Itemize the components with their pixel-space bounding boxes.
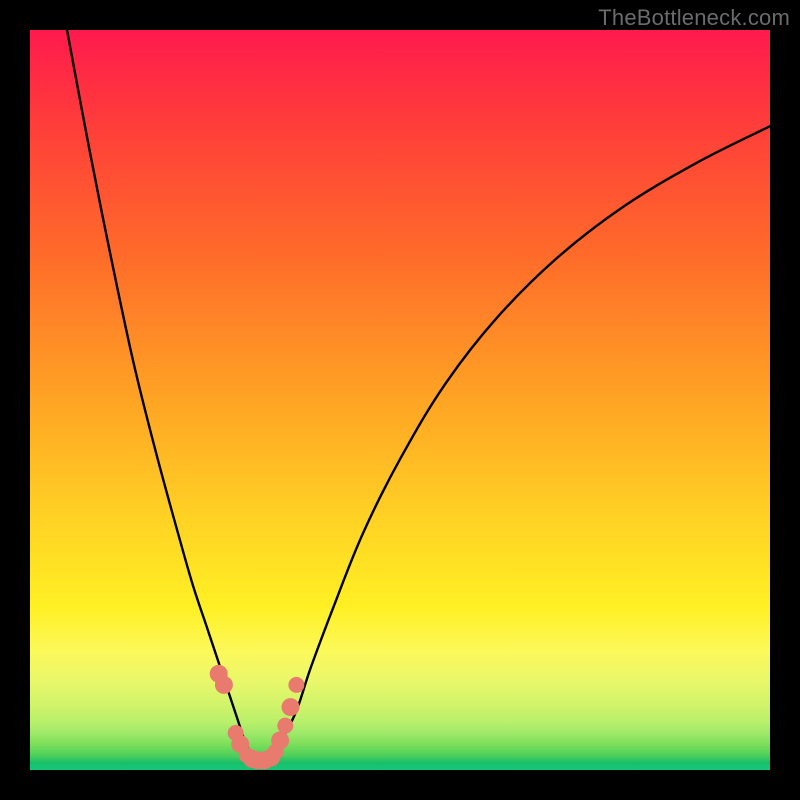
marker-point bbox=[277, 718, 293, 734]
outer-black-frame: TheBottleneck.com bbox=[0, 0, 800, 800]
chart-svg bbox=[30, 30, 770, 770]
marker-point bbox=[271, 731, 289, 749]
watermark-text: TheBottleneck.com bbox=[598, 5, 790, 31]
plot-area bbox=[30, 30, 770, 770]
marker-point bbox=[282, 698, 300, 716]
marker-point bbox=[288, 677, 304, 693]
marker-point bbox=[215, 676, 233, 694]
marker-cluster bbox=[210, 665, 305, 770]
bottleneck-curve bbox=[67, 30, 770, 764]
